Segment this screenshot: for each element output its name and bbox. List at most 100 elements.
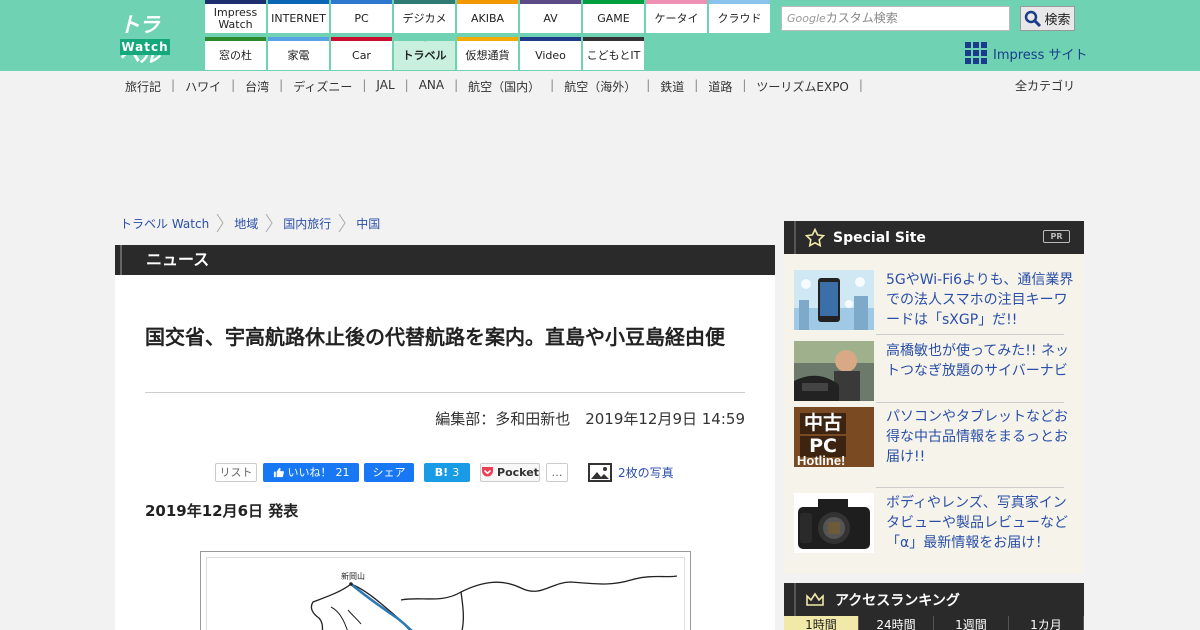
special-item-thumb: 中古 PC Hotline! bbox=[794, 407, 874, 467]
hotline-logo: 中古 PC bbox=[800, 413, 846, 457]
like-count: 21 bbox=[335, 465, 350, 479]
search-placeholder: カスタム検索 bbox=[825, 11, 898, 25]
article-title: 国交省、宇高航路休止後の代替航路を案内。直島や小豆島経由便 bbox=[145, 325, 725, 349]
top-bar: トラベル Watch Impress Watch INTERNET PC デジカメ AK… bbox=[0, 0, 1200, 71]
subnav-separator: | bbox=[694, 78, 699, 92]
subnav-separator: | bbox=[231, 78, 236, 92]
route-map[interactable]: 新岡山 bbox=[200, 551, 691, 630]
subnav-separator: | bbox=[171, 78, 176, 92]
pocket-button[interactable]: Pocket bbox=[480, 462, 540, 482]
tab-1month[interactable]: 1カ月 bbox=[1009, 616, 1084, 630]
pocket-label: Pocket bbox=[497, 465, 539, 479]
access-ranking-header: アクセスランキング bbox=[784, 583, 1084, 616]
tab-1week[interactable]: 1週間 bbox=[934, 616, 1009, 630]
subnav-item[interactable]: 航空（国内） bbox=[468, 78, 540, 94]
site-logo[interactable]: トラベル Watch bbox=[115, 9, 175, 67]
special-item[interactable]: 高橋敏也が使ってみた!! ネットつなぎ放題のサイバーナビ bbox=[794, 335, 1074, 405]
nav-item[interactable]: ケータイ bbox=[646, 0, 707, 33]
more-share-button[interactable]: … bbox=[546, 462, 568, 482]
subnav-item[interactable]: 航空（海外） bbox=[564, 78, 636, 94]
search-button[interactable]: 検索 bbox=[1020, 6, 1075, 31]
breadcrumb-item[interactable]: トラベル Watch bbox=[120, 215, 209, 232]
ranking-tabs: 1時間 24時間 1週間 1カ月 bbox=[784, 616, 1084, 630]
chevron-right-icon bbox=[265, 214, 273, 232]
nav-item[interactable]: 家電 bbox=[268, 37, 329, 70]
nav-item[interactable]: AKIBA bbox=[457, 0, 518, 33]
search-input[interactable]: Googleカスタム検索 bbox=[781, 6, 1010, 31]
nav-item[interactable]: GAME bbox=[583, 0, 644, 33]
nav-item[interactable]: Impress Watch bbox=[205, 0, 266, 33]
header-accent bbox=[794, 583, 796, 616]
share-bar: リスト いいね！ 21 シェア B! 3 Pocket … 2枚の写真 bbox=[215, 461, 674, 483]
impress-site-label: Impress サイト bbox=[993, 47, 1088, 63]
chevron-right-icon bbox=[338, 214, 346, 232]
nav-item[interactable]: Video bbox=[520, 37, 581, 70]
subnav-item[interactable]: ツーリズムEXPO bbox=[756, 78, 849, 94]
pocket-icon bbox=[482, 467, 494, 477]
special-item-thumb bbox=[794, 341, 874, 401]
access-ranking-title: アクセスランキング bbox=[835, 592, 960, 609]
facebook-share-button[interactable]: シェア bbox=[364, 462, 414, 482]
nav-item[interactable]: PC bbox=[331, 0, 392, 33]
header-accent bbox=[794, 221, 796, 254]
google-label: Google bbox=[787, 12, 826, 25]
special-item-text: 5GやWi-Fi6よりも、通信業界での法人スマホの注目キーワードは「sXGP」だ… bbox=[886, 272, 1074, 328]
hatena-count: 3 bbox=[452, 465, 460, 479]
nav-item[interactable]: 仮想通貨 bbox=[457, 37, 518, 70]
sub-nav: 旅行記 | ハワイ | 台湾 | ディズニー | JAL | ANA | 航空（国内） | 航空（海外） | 鉄… bbox=[125, 78, 873, 94]
facebook-like-button[interactable]: いいね！ 21 bbox=[263, 462, 359, 482]
subnav-separator: | bbox=[404, 78, 409, 92]
subnav-separator: | bbox=[279, 78, 284, 92]
impress-site-link[interactable]: Impress サイト bbox=[965, 42, 1088, 64]
subnav-item[interactable]: 台湾 bbox=[245, 78, 269, 94]
nav-item[interactable]: AV bbox=[520, 0, 581, 33]
breadcrumb: トラベル Watch 地域 国内旅行 中国 bbox=[120, 214, 380, 232]
nav-item[interactable]: 窓の杜 bbox=[205, 37, 266, 70]
breadcrumb-item[interactable]: 国内旅行 bbox=[283, 215, 331, 232]
search-icon bbox=[1025, 10, 1042, 27]
article: 国交省、宇高航路休止後の代替航路を案内。直島や小豆島経由便 編集部：多和田新也 … bbox=[115, 275, 775, 630]
special-item[interactable]: 中古 PC Hotline! パソコンやタブレットなどお得な中古品情報をまるっと… bbox=[794, 401, 1074, 471]
nav-item[interactable]: デジカメ bbox=[394, 0, 455, 33]
subnav-item[interactable]: 旅行記 bbox=[125, 78, 161, 94]
subnav-separator: | bbox=[646, 78, 651, 92]
special-item[interactable]: 5GやWi-Fi6よりも、通信業界での法人スマホの注目キーワードは「sXGP」だ… bbox=[794, 264, 1074, 334]
list-button[interactable]: リスト bbox=[215, 462, 257, 482]
search-button-label: 検索 bbox=[1044, 13, 1071, 28]
breadcrumb-item[interactable]: 地域 bbox=[234, 215, 258, 232]
subnav-separator: | bbox=[362, 78, 367, 92]
like-label: いいね！ bbox=[287, 466, 332, 479]
nav-item[interactable]: こどもとIT bbox=[583, 37, 644, 70]
subnav-item[interactable]: ディズニー bbox=[293, 78, 352, 94]
special-site-header: Special Site PR bbox=[784, 221, 1084, 254]
subnav-item[interactable]: ハワイ bbox=[185, 78, 221, 94]
grid-icon bbox=[965, 42, 987, 64]
photos-link[interactable]: 2枚の写真 bbox=[588, 462, 674, 482]
all-categories-link[interactable]: 全カテゴリ bbox=[1015, 77, 1075, 94]
nav-item[interactable]: トラベル bbox=[394, 37, 455, 70]
thumbs-up-icon bbox=[273, 467, 284, 477]
tab-24hours[interactable]: 24時間 bbox=[859, 616, 934, 630]
special-site-list: 5GやWi-Fi6よりも、通信業界での法人スマホの注目キーワードは「sXGP」だ… bbox=[784, 254, 1084, 574]
subnav-separator: | bbox=[550, 78, 555, 92]
subnav-item[interactable]: ANA bbox=[419, 78, 444, 94]
nav-item[interactable]: クラウド bbox=[709, 0, 770, 33]
subnav-item[interactable]: 鉄道 bbox=[660, 78, 684, 94]
tab-1hour[interactable]: 1時間 bbox=[784, 616, 859, 630]
image-icon bbox=[588, 462, 612, 482]
subnav-item[interactable]: JAL bbox=[376, 78, 394, 94]
hatena-bookmark-button[interactable]: B! 3 bbox=[424, 462, 470, 482]
section-title: ニュース bbox=[146, 250, 210, 269]
subnav-item[interactable]: 道路 bbox=[708, 78, 732, 94]
logo-watch: Watch bbox=[120, 39, 170, 55]
published-date: 2019年12月6日 発表 bbox=[145, 502, 299, 520]
pr-badge: PR bbox=[1043, 230, 1070, 243]
nav-item[interactable]: INTERNET bbox=[268, 0, 329, 33]
breadcrumb-item[interactable]: 中国 bbox=[356, 215, 380, 232]
nav-item[interactable]: Car bbox=[331, 37, 392, 70]
title-divider bbox=[145, 392, 745, 393]
special-item-text: 高橋敏也が使ってみた!! ネットつなぎ放題のサイバーナビ bbox=[886, 343, 1069, 379]
crown-icon bbox=[806, 592, 824, 606]
hotline-logo-text: Hotline! bbox=[797, 453, 846, 467]
special-item[interactable]: ボディやレンズ、写真家インタビューや製品レビューなど「α」最新情報をお届け！ bbox=[794, 487, 1074, 557]
